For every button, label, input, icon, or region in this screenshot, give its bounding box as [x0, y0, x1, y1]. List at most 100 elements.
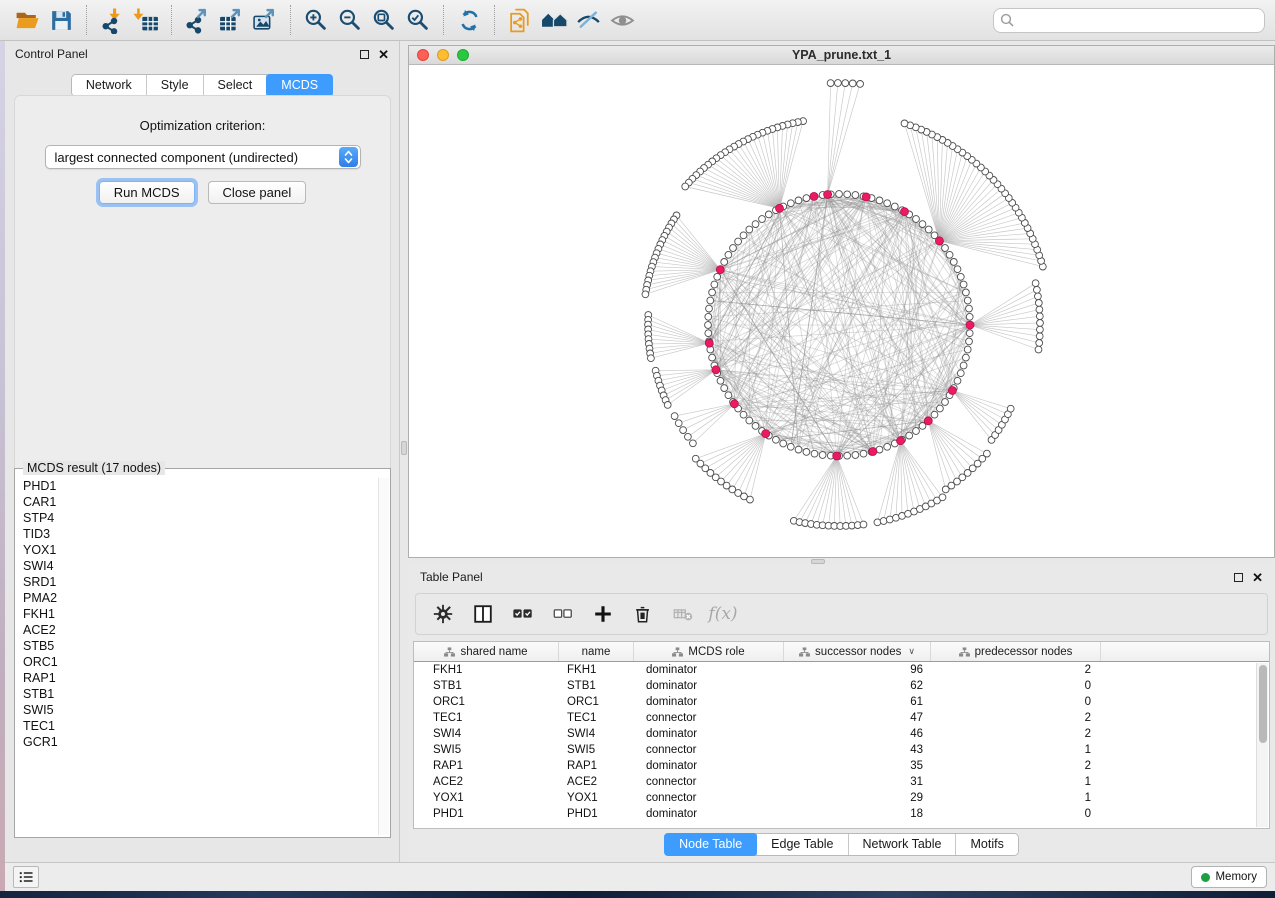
- cell-predecessor-nodes[interactable]: 2: [931, 662, 1101, 678]
- memory-button[interactable]: Memory: [1191, 866, 1267, 888]
- mcds-result-item[interactable]: SWI4: [17, 558, 378, 574]
- mcds-list-scrollbar[interactable]: [378, 478, 389, 835]
- table-row[interactable]: YOX1YOX1connector291: [414, 790, 1269, 806]
- cell-name[interactable]: YOX1: [559, 790, 634, 806]
- column-header-name[interactable]: name: [559, 642, 634, 661]
- tab-style[interactable]: Style: [147, 75, 204, 96]
- cell-MCDS-role[interactable]: dominator: [634, 694, 784, 710]
- mcds-result-item[interactable]: STB1: [17, 686, 378, 702]
- cell-shared-name[interactable]: ACE2: [414, 774, 559, 790]
- cell-MCDS-role[interactable]: connector: [634, 790, 784, 806]
- deselect-all-button[interactable]: [550, 601, 576, 627]
- search-input[interactable]: [993, 8, 1265, 33]
- import-network-button[interactable]: [95, 4, 129, 36]
- cell-name[interactable]: TEC1: [559, 710, 634, 726]
- cell-shared-name[interactable]: SWI4: [414, 726, 559, 742]
- cell-successor-nodes[interactable]: 29: [784, 790, 931, 806]
- cell-predecessor-nodes[interactable]: 2: [931, 726, 1101, 742]
- mcds-result-item[interactable]: TEC1: [17, 718, 378, 734]
- cell-MCDS-role[interactable]: connector: [634, 742, 784, 758]
- column-header-MCDS-role[interactable]: MCDS role: [634, 642, 784, 661]
- cell-predecessor-nodes[interactable]: 2: [931, 758, 1101, 774]
- close-panel-button[interactable]: Close panel: [208, 181, 307, 204]
- mcds-result-item[interactable]: PHD1: [17, 478, 378, 494]
- splitter-grip[interactable]: [401, 441, 407, 455]
- tab-network-table[interactable]: Network Table: [849, 834, 957, 855]
- table-row[interactable]: ACE2ACE2connector311: [414, 774, 1269, 790]
- table-row[interactable]: STB1STB1dominator620: [414, 678, 1269, 694]
- cell-predecessor-nodes[interactable]: 2: [931, 710, 1101, 726]
- tab-motifs[interactable]: Motifs: [956, 834, 1017, 855]
- cell-name[interactable]: SWI4: [559, 726, 634, 742]
- cell-shared-name[interactable]: FKH1: [414, 662, 559, 678]
- mcds-result-item[interactable]: STB5: [17, 638, 378, 654]
- cell-shared-name[interactable]: RAP1: [414, 758, 559, 774]
- cell-MCDS-role[interactable]: dominator: [634, 758, 784, 774]
- horizontal-splitter[interactable]: [408, 558, 1275, 565]
- share-document-button[interactable]: [503, 4, 537, 36]
- table-row[interactable]: SWI4SWI4dominator462: [414, 726, 1269, 742]
- cell-shared-name[interactable]: YOX1: [414, 790, 559, 806]
- cell-predecessor-nodes[interactable]: 0: [931, 694, 1101, 710]
- cell-predecessor-nodes[interactable]: 0: [931, 806, 1101, 822]
- close-panel-icon[interactable]: ✕: [378, 50, 389, 59]
- table-row[interactable]: SWI5SWI5connector431: [414, 742, 1269, 758]
- network-canvas[interactable]: [409, 65, 1274, 557]
- select-all-button[interactable]: [510, 601, 536, 627]
- cell-shared-name[interactable]: TEC1: [414, 710, 559, 726]
- tab-network[interactable]: Network: [72, 75, 147, 96]
- mcds-result-item[interactable]: YOX1: [17, 542, 378, 558]
- cell-shared-name[interactable]: SWI5: [414, 742, 559, 758]
- cell-predecessor-nodes[interactable]: 1: [931, 790, 1101, 806]
- add-column-button[interactable]: [590, 601, 616, 627]
- cell-successor-nodes[interactable]: 96: [784, 662, 931, 678]
- table-row[interactable]: PHD1PHD1dominator180: [414, 806, 1269, 822]
- mcds-result-item[interactable]: PMA2: [17, 590, 378, 606]
- open-file-button[interactable]: [10, 4, 44, 36]
- column-view-button[interactable]: [470, 601, 496, 627]
- splitter-grip[interactable]: [811, 559, 825, 564]
- cell-successor-nodes[interactable]: 18: [784, 806, 931, 822]
- cell-name[interactable]: STB1: [559, 678, 634, 694]
- cell-MCDS-role[interactable]: connector: [634, 710, 784, 726]
- cell-shared-name[interactable]: STB1: [414, 678, 559, 694]
- close-panel-icon[interactable]: ✕: [1252, 573, 1263, 582]
- import-table-button[interactable]: [129, 4, 163, 36]
- float-panel-icon[interactable]: [360, 50, 369, 59]
- cell-predecessor-nodes[interactable]: 1: [931, 742, 1101, 758]
- table-row[interactable]: FKH1FKH1dominator962: [414, 662, 1269, 678]
- mcds-result-item[interactable]: RAP1: [17, 670, 378, 686]
- cell-predecessor-nodes[interactable]: 0: [931, 678, 1101, 694]
- mcds-result-list[interactable]: PHD1CAR1STP4TID3YOX1SWI4SRD1PMA2FKH1ACE2…: [17, 478, 378, 835]
- mcds-result-item[interactable]: CAR1: [17, 494, 378, 510]
- cell-successor-nodes[interactable]: 46: [784, 726, 931, 742]
- task-history-button[interactable]: [13, 866, 39, 888]
- cell-name[interactable]: ORC1: [559, 694, 634, 710]
- zoom-selected-button[interactable]: [401, 4, 435, 36]
- mcds-result-item[interactable]: GCR1: [17, 734, 378, 750]
- network-titlebar[interactable]: YPA_prune.txt_1: [409, 46, 1274, 65]
- column-header-predecessor-nodes[interactable]: predecessor nodes: [931, 642, 1101, 661]
- table-row[interactable]: RAP1RAP1dominator352: [414, 758, 1269, 774]
- export-network-button[interactable]: [180, 4, 214, 36]
- cell-successor-nodes[interactable]: 62: [784, 678, 931, 694]
- cell-MCDS-role[interactable]: dominator: [634, 726, 784, 742]
- cell-predecessor-nodes[interactable]: 1: [931, 774, 1101, 790]
- cell-successor-nodes[interactable]: 31: [784, 774, 931, 790]
- column-header-shared-name[interactable]: shared name: [414, 642, 559, 661]
- show-details-button[interactable]: [605, 4, 639, 36]
- table-scrollbar[interactable]: [1256, 663, 1268, 827]
- mcds-result-item[interactable]: ORC1: [17, 654, 378, 670]
- tab-edge-table[interactable]: Edge Table: [757, 834, 848, 855]
- tab-mcds[interactable]: MCDS: [266, 74, 333, 97]
- run-mcds-button[interactable]: Run MCDS: [99, 181, 195, 204]
- mcds-result-item[interactable]: TID3: [17, 526, 378, 542]
- cell-successor-nodes[interactable]: 43: [784, 742, 931, 758]
- optimization-criterion-dropdown[interactable]: largest connected component (undirected): [45, 145, 361, 169]
- hide-details-button[interactable]: [571, 4, 605, 36]
- settings-gear-button[interactable]: [430, 601, 456, 627]
- cell-shared-name[interactable]: PHD1: [414, 806, 559, 822]
- table-scrollbar-thumb[interactable]: [1259, 665, 1267, 743]
- float-panel-icon[interactable]: [1234, 573, 1243, 582]
- mcds-result-item[interactable]: SWI5: [17, 702, 378, 718]
